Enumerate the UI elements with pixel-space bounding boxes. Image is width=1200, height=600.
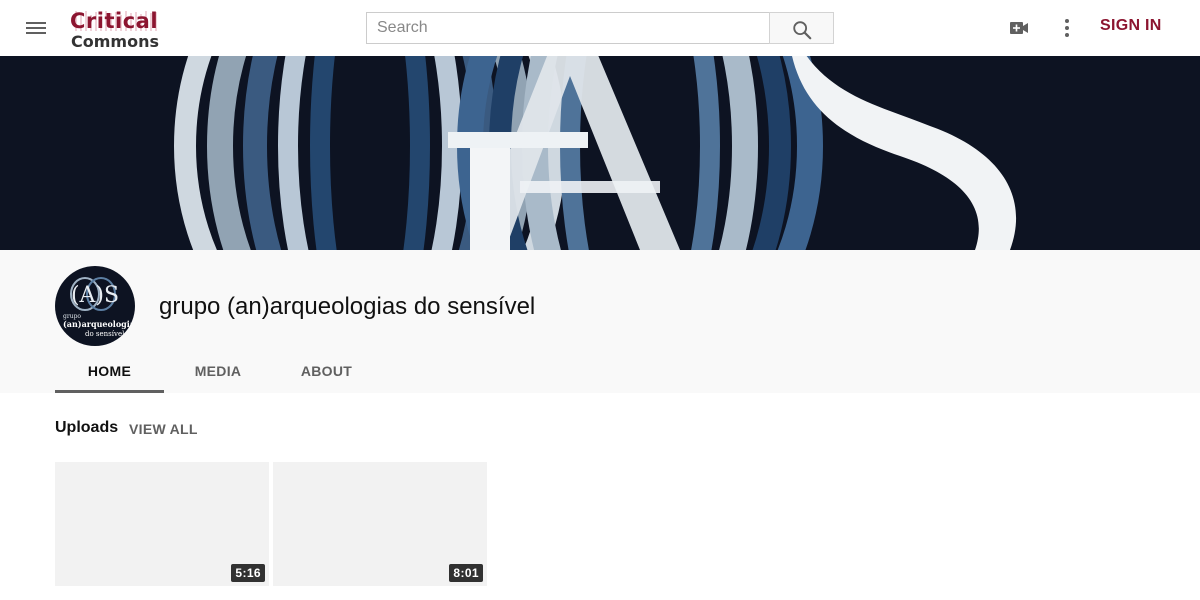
search-button[interactable] <box>769 12 834 44</box>
search-icon <box>793 21 812 40</box>
logo-text-critical: Critical <box>70 9 159 33</box>
video-duration: 8:01 <box>449 564 483 582</box>
avatar-artwork: (A)S grupo (an)arqueologias do sensível <box>63 277 135 338</box>
tab-about[interactable]: ABOUT <box>272 353 381 393</box>
search-input[interactable] <box>366 12 770 44</box>
channel-avatar[interactable]: (A)S grupo (an)arqueologias do sensível <box>55 266 135 346</box>
top-bar: Critical Commons SIGN IN <box>0 0 1200 56</box>
view-all-button[interactable]: VIEW ALL <box>129 421 198 437</box>
critical-commons-logo[interactable]: Critical Commons <box>70 8 162 52</box>
channel-banner <box>0 56 1200 250</box>
tab-media[interactable]: MEDIA <box>164 353 272 393</box>
video-create-icon[interactable] <box>1007 16 1031 40</box>
svg-text:(an)arqueologias: (an)arqueologias <box>63 319 135 329</box>
menu-icon[interactable] <box>24 16 48 40</box>
tab-home[interactable]: HOME <box>55 353 164 393</box>
sign-in-button[interactable]: SIGN IN <box>1100 17 1162 35</box>
video-thumbnail[interactable]: 5:16 <box>55 462 269 586</box>
search-box <box>366 12 834 44</box>
more-vert-icon[interactable] <box>1055 16 1079 40</box>
video-duration: 5:16 <box>231 564 265 582</box>
channel-name: grupo (an)arqueologias do sensível <box>159 293 536 320</box>
logo-text-commons: Commons <box>71 32 159 51</box>
banner-artwork <box>174 56 1017 250</box>
channel-header: (A)S grupo (an)arqueologias do sensível … <box>0 250 1200 393</box>
uploads-title: Uploads <box>55 419 119 436</box>
svg-text:(A)S: (A)S <box>71 283 119 308</box>
video-thumbnail[interactable]: 8:01 <box>273 462 487 586</box>
svg-text:do sensível: do sensível <box>85 330 125 338</box>
